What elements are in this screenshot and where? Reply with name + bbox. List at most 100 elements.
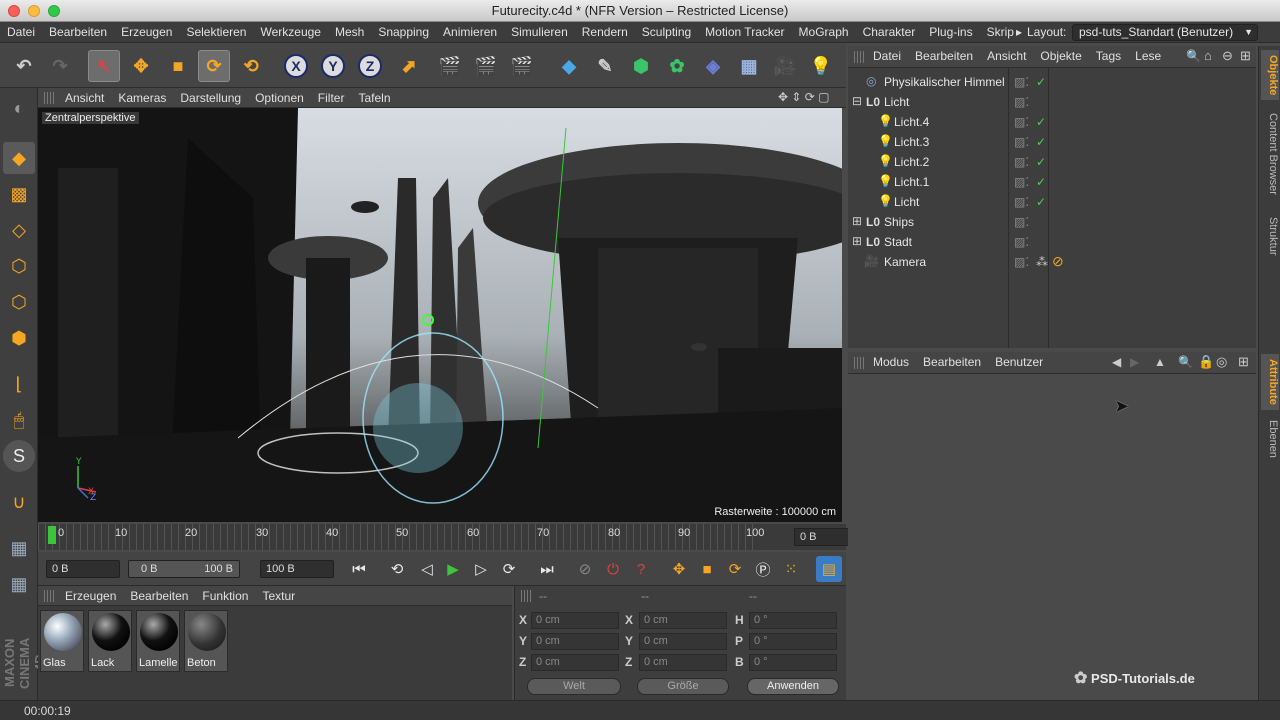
- tab-ebenen[interactable]: Ebenen: [1261, 416, 1279, 462]
- search-icon[interactable]: 🔍: [1178, 355, 1193, 369]
- workplane-icon[interactable]: ▦: [3, 532, 35, 564]
- material-lack[interactable]: Lack: [88, 610, 132, 672]
- close-window-button[interactable]: [8, 5, 20, 17]
- menu-more-icon[interactable]: ▸: [1016, 22, 1022, 43]
- new-panel-icon[interactable]: ⊞: [1238, 354, 1249, 370]
- objects-menu-bearbeiten[interactable]: Bearbeiten: [908, 46, 980, 66]
- protection-tag-icon[interactable]: ⊘: [1052, 253, 1064, 270]
- viewport-menu-ansicht[interactable]: Ansicht: [58, 88, 111, 108]
- menu-animieren[interactable]: Animieren: [436, 22, 504, 43]
- spline-pen-icon[interactable]: ✎: [589, 50, 621, 82]
- tab-objekte[interactable]: Objekte: [1261, 50, 1279, 100]
- menu-bearbeiten[interactable]: Bearbeiten: [42, 22, 114, 43]
- menu-simulieren[interactable]: Simulieren: [504, 22, 575, 43]
- autokey-icon[interactable]: ?: [628, 556, 654, 582]
- viewport-menu-optionen[interactable]: Optionen: [248, 88, 311, 108]
- viewport-nav-icons[interactable]: ✥ ⇕ ⟳ ▢: [778, 90, 830, 104]
- back-arrow-icon[interactable]: ◀: [1112, 355, 1121, 369]
- size-mode-dropdown[interactable]: Größe: [637, 678, 729, 695]
- object-row[interactable]: 💡 Licht.4 ▨⁚ ✓: [848, 112, 1256, 132]
- enabled-check-icon[interactable]: ✓: [1036, 175, 1046, 189]
- object-row[interactable]: ⊞ L0 Stadt ▨⁚: [848, 232, 1256, 252]
- axis-x-button[interactable]: X: [284, 54, 308, 78]
- position-x-field[interactable]: 0 cm: [531, 612, 619, 629]
- axis-y-button[interactable]: Y: [321, 54, 345, 78]
- object-row[interactable]: ⊟ L0 Licht ▨⁚: [848, 92, 1256, 112]
- object-row[interactable]: ◎ Physikalischer Himmel ▨⁚ ✓: [848, 72, 1256, 92]
- move-tool-icon[interactable]: ✥: [125, 50, 157, 82]
- size-x-field[interactable]: 0 cm: [639, 612, 727, 629]
- new-panel-icon[interactable]: ⊞: [1240, 48, 1251, 64]
- points-mode-icon[interactable]: ⬡: [3, 250, 35, 282]
- viewport-menu-tafeln[interactable]: Tafeln: [351, 88, 397, 108]
- menu-sculpting[interactable]: Sculpting: [635, 22, 698, 43]
- texture-mode-icon[interactable]: ▩: [3, 178, 35, 210]
- timeline-playhead[interactable]: [48, 526, 56, 544]
- zoom-window-button[interactable]: [48, 5, 60, 17]
- size-y-field[interactable]: 0 cm: [639, 633, 727, 650]
- position-z-field[interactable]: 0 cm: [531, 654, 619, 671]
- objects-menu-objekte[interactable]: Objekte: [1033, 46, 1088, 66]
- object-row[interactable]: 💡 Licht ▨⁚ ✓: [848, 192, 1256, 212]
- next-key-icon[interactable]: ⟳: [496, 556, 522, 582]
- menu-werkzeuge[interactable]: Werkzeuge: [253, 22, 327, 43]
- locked-workplane-icon[interactable]: ▦: [3, 568, 35, 600]
- tab-attribute[interactable]: Attribute: [1261, 354, 1279, 410]
- nurbs-icon[interactable]: ⬢: [625, 50, 657, 82]
- object-row[interactable]: 💡 Licht.3 ▨⁚ ✓: [848, 132, 1256, 152]
- material-beton[interactable]: Beton: [184, 610, 228, 672]
- visibility-icon[interactable]: ▨⁚: [1014, 75, 1029, 89]
- visibility-icon[interactable]: ▨⁚: [1014, 175, 1029, 189]
- polygons-mode-icon[interactable]: ⬢: [3, 322, 35, 354]
- start-frame-field[interactable]: 0 B: [46, 560, 120, 578]
- tweak-mode-icon[interactable]: 🖱: [3, 404, 35, 436]
- enabled-check-icon[interactable]: ✓: [1036, 155, 1046, 169]
- render-picture-viewer-icon[interactable]: 🎬: [470, 50, 502, 82]
- panel-grip-icon[interactable]: [44, 590, 54, 602]
- object-row[interactable]: 🎥 Kamera ▨⁚ ⁂ ⊘: [848, 252, 1256, 272]
- visibility-icon[interactable]: ▨⁚: [1014, 135, 1029, 149]
- object-row[interactable]: 💡 Licht.2 ▨⁚ ✓: [848, 152, 1256, 172]
- redo-icon[interactable]: ↷: [44, 50, 76, 82]
- minimize-window-button[interactable]: [28, 5, 40, 17]
- key-parameter-icon[interactable]: Ⓟ: [750, 556, 776, 582]
- tab-content-browser[interactable]: Content Browser: [1261, 106, 1279, 202]
- menu-snapping[interactable]: Snapping: [371, 22, 436, 43]
- panel-grip-icon[interactable]: [854, 357, 864, 369]
- rotation-h-field[interactable]: 0 °: [749, 612, 837, 629]
- menu-charakter[interactable]: Charakter: [856, 22, 923, 43]
- enabled-check-icon[interactable]: ✓: [1036, 195, 1046, 209]
- menu-selektieren[interactable]: Selektieren: [179, 22, 253, 43]
- scale-tool-icon[interactable]: ■: [162, 50, 194, 82]
- menu-mograph[interactable]: MoGraph: [792, 22, 856, 43]
- panel-grip-icon[interactable]: [521, 590, 531, 602]
- go-to-end-icon[interactable]: ⏭: [534, 556, 560, 582]
- make-editable-icon[interactable]: ◐: [3, 92, 35, 124]
- previous-frame-icon[interactable]: ◁: [414, 556, 440, 582]
- preview-range-slider[interactable]: 0 B 100 B: [128, 560, 240, 578]
- up-arrow-icon[interactable]: ▲: [1154, 355, 1166, 369]
- attributes-menu-modus[interactable]: Modus: [866, 352, 916, 372]
- objects-menu-lesezeichen[interactable]: Lese: [1128, 46, 1168, 66]
- record-disabled-icon[interactable]: ⊘: [572, 556, 598, 582]
- material-menu-bearbeiten[interactable]: Bearbeiten: [123, 586, 195, 606]
- coordinate-system-icon[interactable]: ⬈: [393, 50, 425, 82]
- tab-struktur[interactable]: Struktur: [1261, 208, 1279, 264]
- visibility-icon[interactable]: ▨⁚: [1014, 115, 1029, 129]
- end-frame-field[interactable]: 100 B: [260, 560, 334, 578]
- key-position-icon[interactable]: ✥: [666, 556, 692, 582]
- select-tool-icon[interactable]: ↖: [88, 50, 120, 82]
- key-scale-icon[interactable]: ■: [694, 556, 720, 582]
- objects-menu-ansicht[interactable]: Ansicht: [980, 46, 1033, 66]
- record-icon[interactable]: ⏻: [600, 556, 626, 582]
- magnet-icon[interactable]: ∪: [3, 486, 35, 518]
- menu-plugins[interactable]: Plug-ins: [922, 22, 979, 43]
- visibility-icon[interactable]: ▨⁚: [1014, 195, 1029, 209]
- objects-menu-tags[interactable]: Tags: [1089, 46, 1128, 66]
- position-y-field[interactable]: 0 cm: [531, 633, 619, 650]
- material-glas[interactable]: Glas: [40, 610, 84, 672]
- visibility-icon[interactable]: ▨⁚: [1014, 95, 1029, 109]
- go-to-start-icon[interactable]: ⏮: [346, 556, 372, 582]
- home-icon[interactable]: ⌂: [1204, 48, 1212, 63]
- visibility-icon[interactable]: ▨⁚: [1014, 255, 1029, 269]
